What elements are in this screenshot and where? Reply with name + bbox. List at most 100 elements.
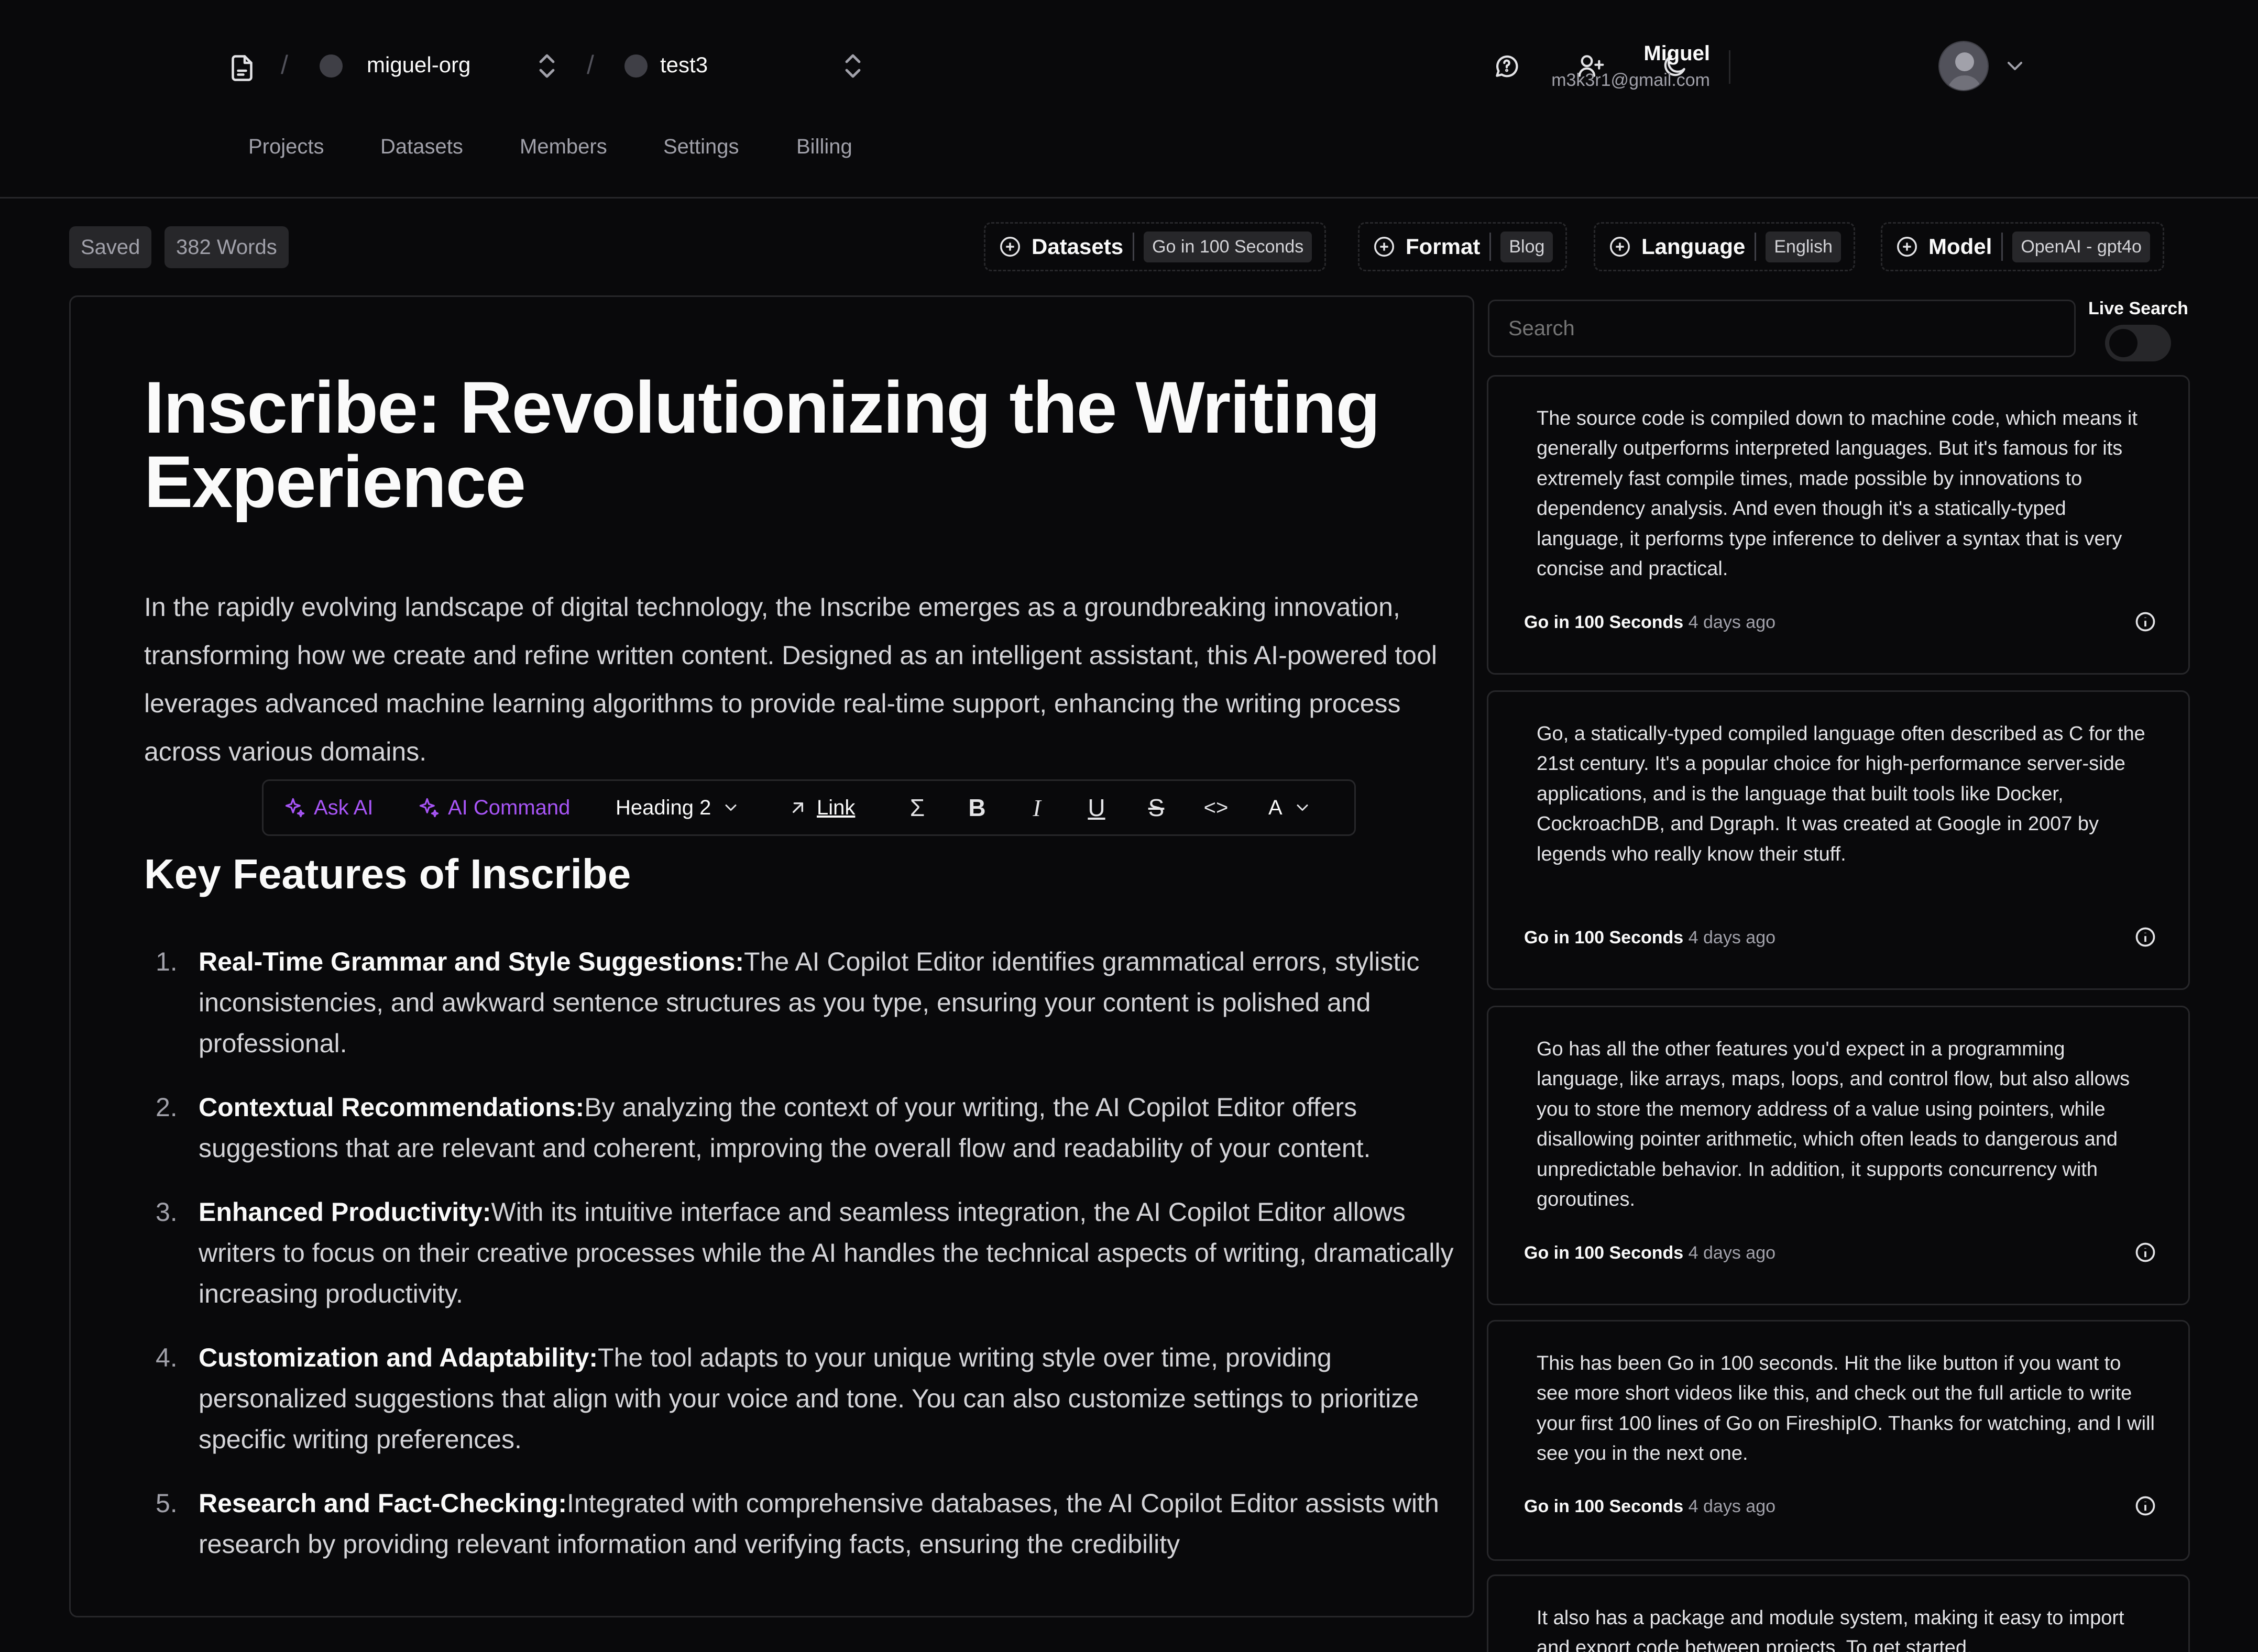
chip-divider (1489, 233, 1492, 261)
toggle-knob (2109, 329, 2138, 357)
saved-status-badge: Saved (69, 226, 152, 268)
add-circle-icon (1897, 237, 1917, 257)
block-type-label: Heading 2 (616, 796, 711, 819)
info-icon[interactable] (2134, 1241, 2157, 1264)
live-search-label: Live Search (2088, 299, 2188, 318)
underline-button[interactable]: U (1083, 781, 1110, 834)
search-result-card[interactable]: Go, a statically-typed compiled language… (1487, 690, 2190, 990)
search-result-card[interactable]: Go has all the other features you'd expe… (1487, 1006, 2190, 1305)
add-circle-icon (1610, 237, 1630, 257)
nav-billing[interactable]: Billing (796, 135, 852, 159)
document-intro-paragraph[interactable]: In the rapidly evolving landscape of dig… (144, 583, 1464, 776)
sparkles-icon (419, 798, 439, 818)
format-option-button[interactable]: Format Blog (1358, 222, 1568, 271)
header-divider (0, 197, 2258, 199)
text-color-dropdown[interactable]: A (1268, 781, 1312, 834)
formatting-toolbar: Ask AI AI Command Heading 2 Link Σ B I U… (262, 779, 1356, 836)
search-result-card[interactable]: It also has a package and module system,… (1487, 1574, 2190, 1652)
nav-projects[interactable]: Projects (248, 135, 324, 159)
result-text: This has been Go in 100 seconds. Hit the… (1537, 1352, 2155, 1465)
project-chevrons-icon[interactable] (842, 51, 863, 81)
result-source: Go in 100 Seconds (1524, 1496, 1684, 1516)
org-avatar (320, 54, 343, 78)
org-chevrons-icon[interactable] (536, 51, 557, 81)
link-label: Link (817, 796, 856, 819)
result-meta: Go in 100 Seconds 4 days ago (1524, 612, 1775, 633)
nav-datasets[interactable]: Datasets (380, 135, 463, 159)
info-icon[interactable] (2134, 610, 2157, 633)
result-date: 4 days ago (1688, 1243, 1776, 1263)
chevron-down-icon (1297, 805, 1308, 811)
feedback-icon[interactable] (1492, 51, 1521, 81)
word-count-badge: 382 Words (165, 226, 289, 268)
ask-ai-button[interactable]: Ask AI (283, 781, 373, 834)
result-text: It also has a package and module system,… (1537, 1607, 2124, 1652)
link-button[interactable]: Link (787, 781, 855, 834)
list-item[interactable]: 5. Research and Fact-Checking:Integrated … (144, 1483, 1473, 1565)
list-item[interactable]: 2. Contextual Recommendations:By analyzin… (144, 1087, 1473, 1169)
add-circle-icon (1374, 237, 1394, 257)
info-icon[interactable] (2134, 1494, 2157, 1517)
result-date: 4 days ago (1688, 1496, 1776, 1516)
ai-command-label: AI Command (448, 796, 571, 819)
language-option-label: Language (1641, 234, 1746, 259)
datasets-option-value: Go in 100 Seconds (1144, 231, 1312, 262)
ask-ai-label: Ask AI (314, 796, 374, 819)
result-date: 4 days ago (1688, 928, 1776, 948)
document-editor[interactable]: Inscribe: Revolutionizing the Writing Ex… (69, 295, 1474, 1617)
search-result-card[interactable]: The source code is compiled down to mach… (1487, 375, 2190, 675)
result-date: 4 days ago (1688, 612, 1776, 632)
nav-members[interactable]: Members (520, 135, 607, 159)
result-text: Go, a statically-typed compiled language… (1537, 723, 2145, 865)
chip-divider (1755, 233, 1757, 261)
user-menu-chevron-icon[interactable] (2002, 51, 2027, 81)
breadcrumb-separator: / (587, 50, 594, 80)
code-button[interactable]: <> (1202, 781, 1230, 834)
list-item[interactable]: 3. Enhanced Productivity:With its intuiti… (144, 1192, 1473, 1314)
ai-command-button[interactable]: AI Command (418, 781, 570, 834)
user-name: Miguel (1643, 42, 1710, 65)
feature-title: Contextual Recommendations: (199, 1093, 585, 1122)
datasets-option-button[interactable]: Datasets Go in 100 Seconds (984, 222, 1327, 271)
document-section-heading[interactable]: Key Features of Inscribe (144, 850, 631, 898)
add-circle-icon (1000, 237, 1020, 257)
search-input[interactable] (1488, 300, 2076, 357)
result-source: Go in 100 Seconds (1524, 928, 1684, 948)
user-avatar[interactable] (1938, 41, 1989, 91)
text-color-label: A (1268, 796, 1283, 819)
language-option-button[interactable]: Language English (1594, 222, 1855, 271)
nav-settings[interactable]: Settings (663, 135, 739, 159)
live-search-toggle[interactable] (2105, 325, 2171, 361)
result-text: Go has all the other features you'd expe… (1537, 1038, 2130, 1211)
breadcrumb-separator: / (281, 50, 288, 80)
result-meta: Go in 100 Seconds 4 days ago (1524, 1243, 1775, 1263)
strikethrough-button[interactable]: S (1143, 781, 1170, 834)
italic-button[interactable]: I (1023, 781, 1050, 834)
topbar-divider (1729, 50, 1730, 84)
search-result-card[interactable]: This has been Go in 100 seconds. Hit the… (1487, 1320, 2190, 1561)
result-meta: Go in 100 Seconds 4 days ago (1524, 1496, 1775, 1517)
feature-title: Real-Time Grammar and Style Suggestions: (199, 947, 744, 976)
org-switcher-label[interactable]: miguel-org (367, 52, 470, 78)
sparkles-icon (285, 798, 305, 818)
result-source: Go in 100 Seconds (1524, 612, 1684, 632)
math-sigma-button[interactable]: Σ (904, 781, 931, 834)
bold-button[interactable]: B (963, 781, 991, 834)
chevron-down-icon (725, 805, 737, 811)
format-option-value: Blog (1500, 231, 1553, 262)
project-switcher-label[interactable]: test3 (660, 52, 708, 78)
model-option-button[interactable]: Model OpenAI - gpt4o (1881, 222, 2164, 271)
list-item[interactable]: 4. Customization and Adaptability:The too… (144, 1337, 1473, 1460)
document-title[interactable]: Inscribe: Revolutionizing the Writing Ex… (144, 370, 1454, 519)
datasets-option-label: Datasets (1032, 234, 1124, 259)
list-item[interactable]: 1. Real-Time Grammar and Style Suggestion… (144, 941, 1473, 1064)
project-avatar (624, 54, 648, 78)
block-type-dropdown[interactable]: Heading 2 (616, 781, 740, 834)
language-option-value: English (1766, 231, 1841, 262)
format-option-label: Format (1406, 234, 1481, 259)
result-source: Go in 100 Seconds (1524, 1243, 1684, 1263)
features-list: 1. Real-Time Grammar and Style Suggestion… (144, 941, 1473, 1588)
document-logo-icon[interactable] (226, 52, 258, 84)
model-option-value: OpenAI - gpt4o (2012, 231, 2150, 262)
info-icon[interactable] (2134, 926, 2157, 949)
